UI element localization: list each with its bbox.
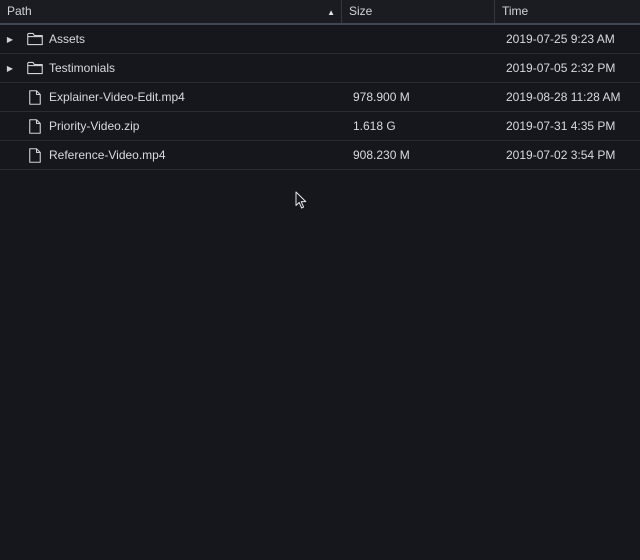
table-row[interactable]: ▶ Explainer-Video-Edit.mp4 978.900 M 201… <box>0 83 640 112</box>
file-icon <box>27 118 43 134</box>
row-name: Priority-Video.zip <box>49 119 140 133</box>
folder-icon <box>27 60 43 76</box>
time-cell: 2019-08-28 11:28 AM <box>506 90 621 104</box>
path-cell: ▶ Testimonials <box>0 60 342 76</box>
size-cell: 1.618 G <box>353 119 396 133</box>
file-browser: Path ▲ Size Time ▶ Assets 2019-07-25 9:2… <box>0 0 640 560</box>
path-cell: ▶ Explainer-Video-Edit.mp4 <box>0 89 342 105</box>
column-header-size[interactable]: Size <box>342 0 495 23</box>
table-row[interactable]: ▶ Priority-Video.zip 1.618 G 2019-07-31 … <box>0 112 640 141</box>
expand-arrow-icon[interactable]: ▶ <box>5 35 15 44</box>
file-icon <box>27 89 43 105</box>
table-row[interactable]: ▶ Testimonials 2019-07-05 2:32 PM <box>0 54 640 83</box>
row-name: Assets <box>49 32 86 46</box>
mouse-cursor-icon <box>295 191 307 209</box>
time-cell: 2019-07-25 9:23 AM <box>506 32 615 46</box>
path-cell: ▶ Assets <box>0 31 342 47</box>
file-icon <box>27 147 43 163</box>
size-cell: 978.900 M <box>353 90 410 104</box>
time-cell: 2019-07-05 2:32 PM <box>506 61 616 75</box>
row-name: Reference-Video.mp4 <box>49 148 166 162</box>
folder-icon <box>27 31 43 47</box>
time-cell: 2019-07-02 3:54 PM <box>506 148 616 162</box>
table-header: Path ▲ Size Time <box>0 0 640 25</box>
row-name: Explainer-Video-Edit.mp4 <box>49 90 185 104</box>
column-header-path[interactable]: Path ▲ <box>0 0 342 23</box>
size-cell: 908.230 M <box>353 148 410 162</box>
expand-arrow-icon[interactable]: ▶ <box>5 64 15 73</box>
time-cell: 2019-07-31 4:35 PM <box>506 119 616 133</box>
column-header-size-label: Size <box>349 4 373 18</box>
sort-ascending-icon[interactable]: ▲ <box>327 0 335 25</box>
column-header-time[interactable]: Time <box>495 0 640 23</box>
path-cell: ▶ Reference-Video.mp4 <box>0 147 342 163</box>
table-row[interactable]: ▶ Assets 2019-07-25 9:23 AM <box>0 25 640 54</box>
column-header-path-label: Path <box>7 4 32 18</box>
table-row[interactable]: ▶ Reference-Video.mp4 908.230 M 2019-07-… <box>0 141 640 170</box>
path-cell: ▶ Priority-Video.zip <box>0 118 342 134</box>
row-name: Testimonials <box>49 61 116 75</box>
column-header-time-label: Time <box>502 4 529 18</box>
